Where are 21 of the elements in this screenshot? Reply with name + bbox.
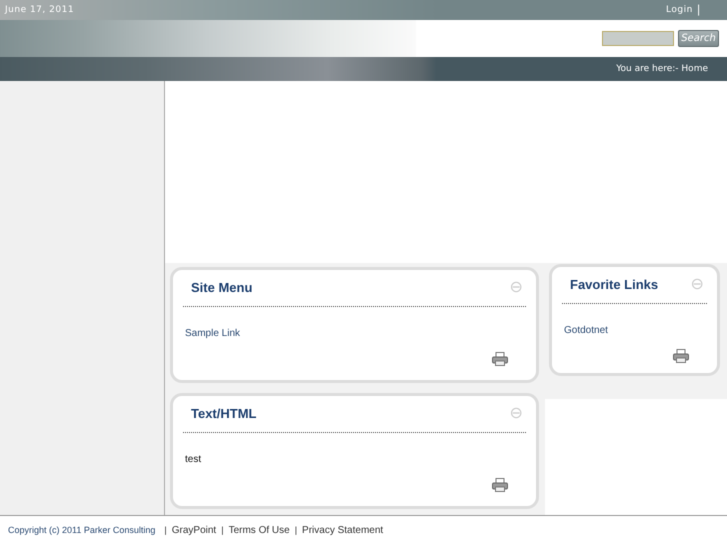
search-field[interactable] (602, 30, 674, 46)
separator-text: | (164, 525, 167, 536)
module-title: Text/HTML (191, 406, 256, 422)
module-text: test (185, 454, 202, 465)
printer-icon[interactable] (492, 352, 508, 366)
printer-icon[interactable] (492, 478, 508, 492)
login-link[interactable]: Login (666, 4, 693, 15)
footer-link[interactable]: Privacy Statement (302, 524, 384, 536)
module-link[interactable]: Gotdotnet (564, 324, 608, 336)
footer-link[interactable]: Terms Of Use (228, 524, 290, 536)
module-title: Site Menu (191, 280, 252, 296)
separator-text: | (696, 3, 701, 16)
printer-icon[interactable] (673, 348, 689, 363)
date-text: June 17, 2011 (5, 4, 74, 15)
module-link[interactable]: Sample Link (185, 328, 240, 339)
module-title: Favorite Links (570, 277, 658, 292)
separator-text: | (294, 525, 298, 536)
copyright-text: Copyright (c) 2011 Parker Consulting (8, 525, 156, 536)
footer-link[interactable]: GrayPoint (172, 524, 216, 536)
breadcrumb-text: You are here:- Home (616, 64, 708, 74)
separator-text: | (221, 525, 224, 536)
